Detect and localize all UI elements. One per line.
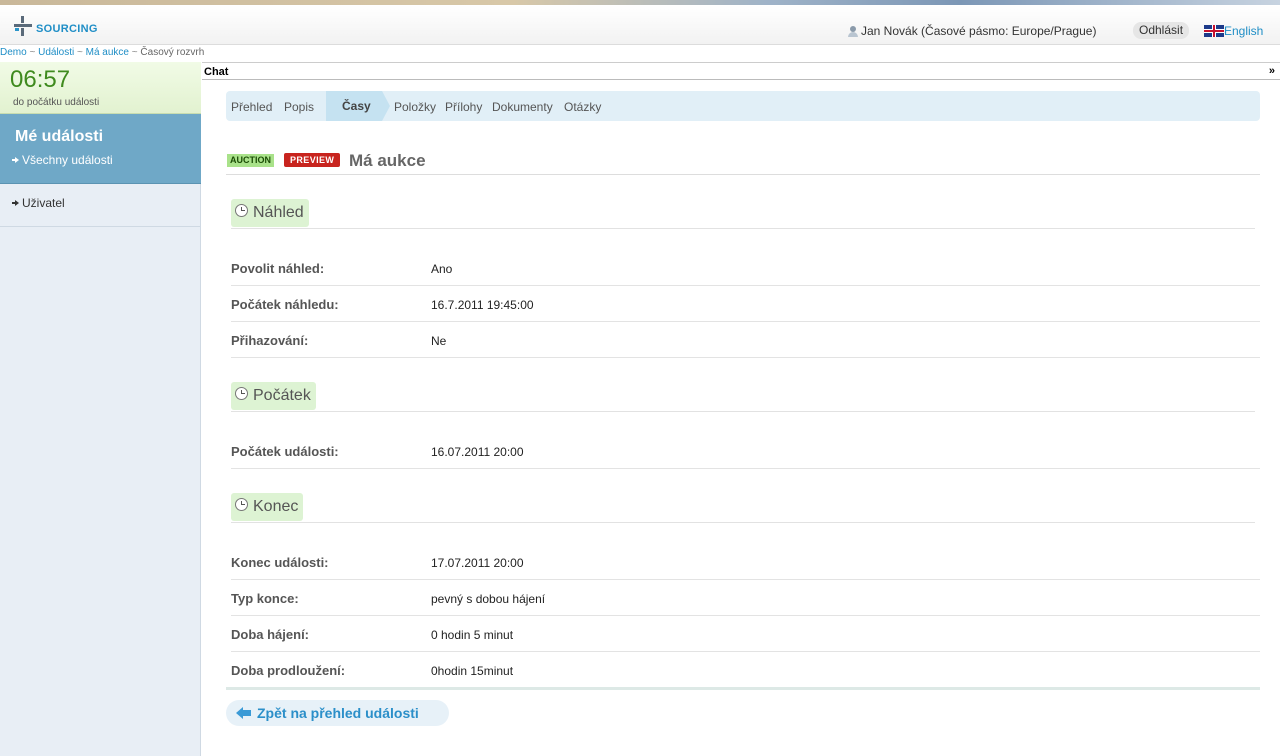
- sidebar-item-my-events[interactable]: Mé události Všechny události: [0, 114, 201, 184]
- logo[interactable]: SOURCING: [12, 15, 98, 37]
- user-icon: [848, 25, 858, 37]
- row-value: Ne: [431, 334, 447, 348]
- arrow-right-icon: [12, 200, 19, 206]
- row-label: Doba hájení:: [231, 627, 310, 642]
- sidebar-item-user-label[interactable]: Uživatel: [12, 196, 65, 210]
- clock-icon: [235, 497, 248, 511]
- all-events-link[interactable]: Všechny události: [12, 153, 113, 167]
- top-header: SOURCING Jan Novák (Časové pásmo: Europe…: [0, 5, 1280, 45]
- row-value: 16.07.2011 20:00: [431, 445, 524, 459]
- auction-badge: AUCTION: [227, 154, 274, 167]
- section-preview-header: Náhled: [231, 199, 1255, 229]
- tab-active-edge: [318, 91, 326, 121]
- row-label: Doba prodloužení:: [231, 663, 346, 678]
- detail-row: Typ konce: pevný s dobou hájení: [231, 580, 1260, 616]
- language-label[interactable]: English: [1224, 24, 1263, 38]
- section-end-title: Konec: [253, 498, 299, 515]
- row-value: 0hodin 15minut: [431, 664, 514, 678]
- section-end-pill: Konec: [231, 493, 304, 521]
- row-label: Povolit náhled:: [231, 261, 325, 276]
- language-switch[interactable]: English: [1204, 24, 1263, 38]
- row-value: pevný s dobou hájení: [431, 592, 546, 606]
- clock-icon: [235, 203, 248, 217]
- logo-text: SOURCING: [36, 23, 98, 35]
- user-name: Jan Novák (Časové pásmo: Europe/Prague): [861, 24, 1097, 38]
- countdown-label: do počátku události: [13, 97, 100, 108]
- breadcrumb-my-auction[interactable]: Má aukce: [86, 47, 129, 58]
- sidebar: 06:57 do počátku události Mé události Vš…: [0, 62, 201, 756]
- chat-expand-icon[interactable]: »: [1269, 65, 1275, 77]
- detail-row: Počátek události: 16.07.2011 20:00: [231, 433, 1260, 469]
- row-value: 0 hodin 5 minut: [431, 628, 514, 642]
- my-events-title[interactable]: Mé události: [15, 128, 103, 146]
- page-title-row: AUCTION PREVIEW Má aukce: [226, 150, 1260, 175]
- row-label: Přihazování:: [231, 333, 309, 348]
- sidebar-item-user[interactable]: Uživatel: [0, 184, 201, 227]
- breadcrumb-separator: ~: [29, 47, 36, 58]
- row-label: Typ konce:: [231, 591, 299, 606]
- tab-overview[interactable]: Přehled: [231, 100, 272, 114]
- section-start-title: Počátek: [253, 387, 311, 404]
- page-title: Má aukce: [349, 151, 426, 170]
- row-value: 17.07.2011 20:00: [431, 556, 524, 570]
- content-bottom-divider: [226, 687, 1260, 690]
- detail-row: Doba hájení: 0 hodin 5 minut: [231, 616, 1260, 652]
- back-to-overview-button[interactable]: Zpět na přehled události: [226, 700, 449, 726]
- breadcrumb-separator: ~: [77, 47, 83, 58]
- tab-items[interactable]: Položky: [394, 100, 436, 114]
- detail-row: Povolit náhled: Ano: [231, 250, 1260, 286]
- clock-icon: [235, 386, 248, 400]
- logout-button[interactable]: Odhlásit: [1133, 22, 1190, 39]
- row-label: Konec události:: [231, 555, 329, 570]
- countdown-timer: 06:57 do počátku události: [0, 62, 201, 114]
- section-start-pill: Počátek: [231, 382, 316, 410]
- section-start-header: Počátek: [231, 382, 1255, 412]
- arrow-right-icon: [12, 157, 19, 163]
- uk-flag-icon: [1204, 25, 1224, 37]
- chat-label[interactable]: Chat: [204, 66, 228, 78]
- event-tabs: Přehled Popis Časy Položky Přílohy Dokum…: [226, 91, 1260, 121]
- tab-questions[interactable]: Otázky: [564, 100, 601, 114]
- logo-icon: [12, 15, 34, 37]
- row-label: Počátek náhledu:: [231, 297, 339, 312]
- arrow-left-icon: [236, 707, 252, 719]
- detail-row: Počátek náhledu: 16.7.2011 19:45:00: [231, 286, 1260, 322]
- breadcrumb-current: Časový rozvrh: [140, 47, 205, 58]
- tab-attachments[interactable]: Přílohy: [445, 100, 482, 114]
- all-events-label[interactable]: Všechny události: [22, 153, 113, 167]
- section-end-header: Konec: [231, 493, 1255, 523]
- user-item-text[interactable]: Uživatel: [22, 196, 65, 210]
- detail-row: Doba prodloužení: 0hodin 15minut: [231, 652, 1260, 688]
- countdown-time: 06:57: [10, 66, 71, 93]
- row-value: 16.7.2011 19:45:00: [431, 298, 534, 312]
- detail-row: Konec události: 17.07.2011 20:00: [231, 544, 1260, 580]
- section-preview-title: Náhled: [253, 204, 304, 221]
- user-info: Jan Novák (Časové pásmo: Europe/Prague): [848, 24, 1096, 38]
- section-preview-pill: Náhled: [231, 199, 309, 227]
- breadcrumb-demo[interactable]: Demo: [0, 47, 27, 58]
- chat-bar[interactable]: Chat »: [202, 62, 1280, 80]
- detail-row: Přihazování: Ne: [231, 322, 1260, 358]
- tab-times-label[interactable]: Časy: [342, 99, 371, 113]
- preview-badge: PREVIEW: [284, 153, 341, 167]
- breadcrumb-events[interactable]: Události: [38, 47, 74, 58]
- tab-documents[interactable]: Dokumenty: [492, 100, 553, 114]
- tab-times[interactable]: Časy: [318, 91, 390, 121]
- row-value: Ano: [431, 262, 453, 276]
- breadcrumb: Demo ~ Události ~ Má aukce ~ Časový rozv…: [0, 47, 204, 58]
- back-to-overview-label[interactable]: Zpět na přehled události: [257, 705, 419, 721]
- breadcrumb-separator: ~: [131, 47, 138, 58]
- row-label: Počátek události:: [231, 444, 339, 459]
- tab-description[interactable]: Popis: [284, 100, 314, 114]
